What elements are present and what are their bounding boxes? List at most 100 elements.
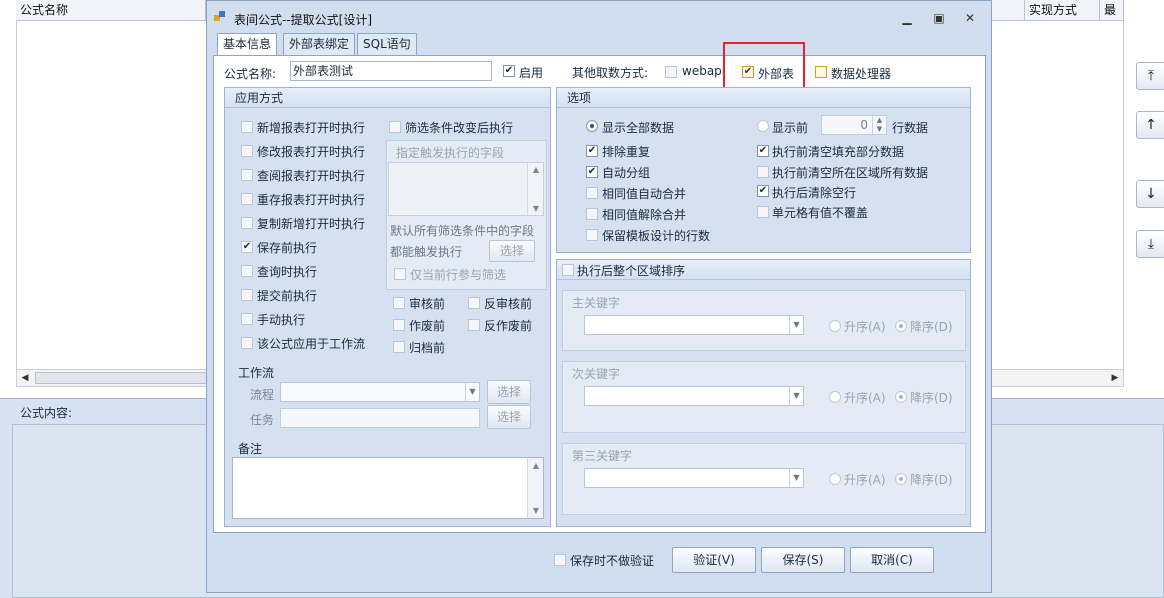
formula-name-field[interactable]: 外部表测试 xyxy=(290,61,492,81)
show-top-radio[interactable] xyxy=(757,120,769,132)
task-field[interactable] xyxy=(280,408,480,428)
show-all-label: 显示全部数据 xyxy=(602,121,675,135)
void-before-checkbox[interactable] xyxy=(393,319,405,331)
unaudit-before-label: 反审核前 xyxy=(484,297,533,311)
apply-checkbox-5[interactable] xyxy=(241,217,253,229)
sort-enable-checkbox[interactable] xyxy=(562,264,574,276)
unmerge-label: 相同值解除合并 xyxy=(602,208,687,222)
audit-before-label: 审核前 xyxy=(409,297,446,311)
task-label: 任务 xyxy=(250,413,275,427)
auto-group-checkbox[interactable]: ✔ xyxy=(586,166,598,178)
primary-desc-radio[interactable] xyxy=(895,320,907,332)
remark-scrollbar[interactable]: ▲ ▼ xyxy=(527,458,543,518)
unvoid-before-checkbox[interactable] xyxy=(468,319,480,331)
unaudit-before-checkbox[interactable] xyxy=(468,297,480,309)
secondary-key-label: 次关键字 xyxy=(572,367,621,381)
audit-before-checkbox[interactable] xyxy=(393,297,405,309)
chevron-down-icon[interactable]: ▼ xyxy=(789,387,803,405)
apply-label-6: 保存前执行 xyxy=(257,241,318,255)
apply-label-7: 查询时执行 xyxy=(257,265,318,279)
top-count-spinner[interactable]: ▲ ▼ xyxy=(872,116,886,134)
third-key-combo[interactable]: ▼ xyxy=(584,468,804,488)
apply-checkbox-2[interactable] xyxy=(241,145,253,157)
scroll-right-icon[interactable]: ▶ xyxy=(1107,370,1123,386)
clear-empty-rows-checkbox[interactable]: ✔ xyxy=(757,185,769,197)
dialog-app-icon xyxy=(214,10,226,22)
chevron-down-icon[interactable]: ▼ xyxy=(465,383,479,401)
archive-before-checkbox[interactable] xyxy=(393,341,405,353)
current-row-checkbox[interactable] xyxy=(394,268,406,280)
third-asc-radio[interactable] xyxy=(829,473,841,485)
apply-checkbox-1[interactable] xyxy=(241,121,253,133)
filter-change-checkbox[interactable] xyxy=(389,121,401,133)
move-top-icon: ⤒ xyxy=(1147,68,1155,84)
column-header-formula-name[interactable]: 公式名称 xyxy=(16,0,206,21)
keep-template-rows-checkbox[interactable] xyxy=(586,229,598,241)
data-processor-checkbox[interactable] xyxy=(815,66,827,78)
chevron-down-icon[interactable]: ▼ xyxy=(789,469,803,487)
show-top-label: 显示前 xyxy=(772,121,809,135)
secondary-desc-radio[interactable] xyxy=(895,391,907,403)
maximize-icon[interactable]: ▣ xyxy=(930,10,948,26)
apply-checkbox-3[interactable] xyxy=(241,169,253,181)
primary-asc-radio[interactable] xyxy=(829,320,841,332)
secondary-asc-radio[interactable] xyxy=(829,391,841,403)
apply-checkbox-9[interactable] xyxy=(241,313,253,325)
apply-checkbox-6[interactable]: ✔ xyxy=(241,241,253,253)
clear-empty-rows-label: 执行后清除空行 xyxy=(772,186,857,200)
minimize-icon[interactable]: ▁ xyxy=(898,10,916,26)
scroll-down-icon[interactable]: ▼ xyxy=(528,204,544,213)
chevron-down-icon[interactable]: ▼ xyxy=(789,316,803,334)
secondary-asc-label: 升序(A) xyxy=(844,391,886,405)
tab-sql[interactable]: SQL语句 xyxy=(357,33,417,55)
save-button[interactable]: 保存(S) xyxy=(761,547,845,573)
show-all-radio[interactable] xyxy=(586,120,598,132)
scroll-up-icon[interactable]: ▲ xyxy=(528,461,544,470)
primary-key-combo[interactable]: ▼ xyxy=(584,315,804,335)
trigger-select-button[interactable]: 选择 xyxy=(489,240,535,262)
enable-checkbox[interactable]: ✔ xyxy=(503,65,515,77)
flow-combo[interactable]: ▼ xyxy=(280,382,480,402)
clear-fill-checkbox[interactable]: ✔ xyxy=(757,145,769,157)
move-bottom-button[interactable]: ⤓ xyxy=(1136,230,1164,258)
clear-fill-label: 执行前清空填充部分数据 xyxy=(772,145,905,159)
column-header-last[interactable]: 最后 xyxy=(1100,0,1124,21)
scroll-down-icon[interactable]: ▼ xyxy=(528,506,544,515)
default-hint-line1: 默认所有筛选条件中的字段 xyxy=(390,224,535,238)
move-up-button[interactable]: ↑ xyxy=(1136,111,1164,139)
apply-checkbox-10[interactable] xyxy=(241,337,253,349)
unmerge-checkbox[interactable] xyxy=(586,208,598,220)
close-icon[interactable]: ✕ xyxy=(961,10,979,26)
exclude-duplicate-checkbox[interactable]: ✔ xyxy=(586,145,598,157)
apply-checkbox-7[interactable] xyxy=(241,265,253,277)
tab-external-binding[interactable]: 外部表绑定 xyxy=(283,33,356,55)
tab-basic-info[interactable]: 基本信息 xyxy=(217,33,278,56)
no-overwrite-checkbox[interactable] xyxy=(757,206,769,218)
move-down-button[interactable]: ↓ xyxy=(1136,180,1164,208)
scroll-up-icon[interactable]: ▲ xyxy=(528,165,544,174)
move-top-button[interactable]: ⤒ xyxy=(1136,62,1164,90)
cancel-button[interactable]: 取消(C) xyxy=(850,547,934,573)
task-select-button[interactable]: 选择 xyxy=(487,405,531,429)
apply-checkbox-8[interactable] xyxy=(241,289,253,301)
validate-button[interactable]: 验证(V) xyxy=(672,547,756,573)
scroll-thumb[interactable] xyxy=(35,372,215,384)
no-validate-checkbox[interactable] xyxy=(554,554,566,566)
column-header-impl-method[interactable]: 实现方式 xyxy=(1024,0,1100,21)
apply-label-5: 复制新增打开时执行 xyxy=(257,217,366,231)
webapi-checkbox[interactable] xyxy=(665,66,677,78)
secondary-key-combo[interactable]: ▼ xyxy=(584,386,804,406)
void-before-label: 作废前 xyxy=(409,319,446,333)
clear-region-checkbox[interactable] xyxy=(757,166,769,178)
third-desc-radio[interactable] xyxy=(895,473,907,485)
primary-asc-label: 升序(A) xyxy=(844,320,886,334)
trigger-fields-list[interactable]: ▲ ▼ xyxy=(388,162,544,216)
no-overwrite-label: 单元格有值不覆盖 xyxy=(772,206,869,220)
auto-merge-checkbox[interactable] xyxy=(586,187,598,199)
flow-select-button[interactable]: 选择 xyxy=(487,380,531,404)
flow-label: 流程 xyxy=(250,388,275,402)
scroll-left-icon[interactable]: ◀ xyxy=(17,370,33,386)
apply-checkbox-4[interactable] xyxy=(241,193,253,205)
trigger-list-scrollbar[interactable]: ▲ ▼ xyxy=(527,163,543,215)
remark-textarea[interactable]: ▲ ▼ xyxy=(232,457,544,519)
